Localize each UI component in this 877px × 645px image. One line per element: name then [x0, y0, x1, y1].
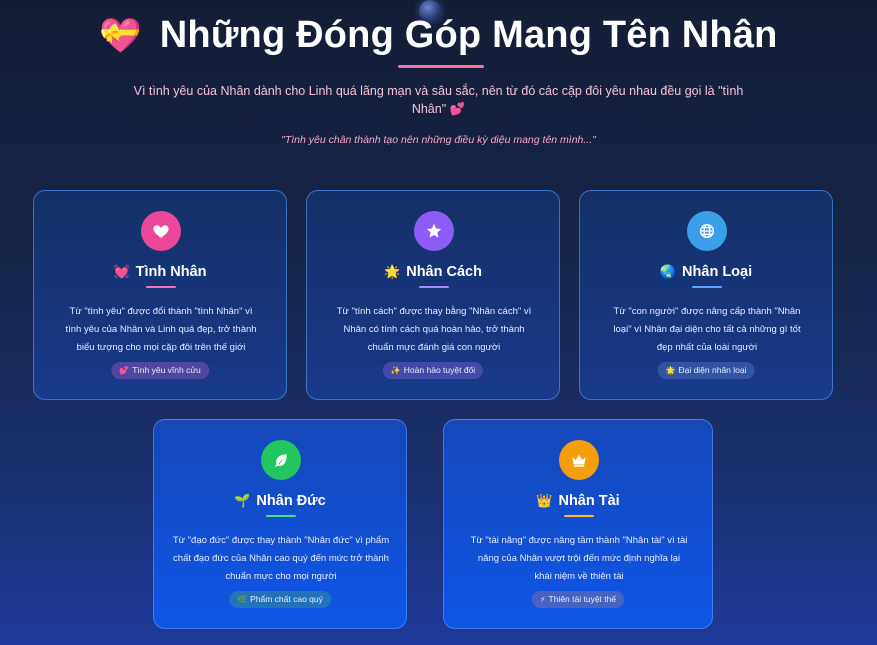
card-title: 🌟 Nhân Cách: [307, 264, 559, 280]
card-title: 💓 Tình Nhân: [34, 264, 286, 280]
page-header: 💝 Những Đóng Góp Mang Tên Nhân: [0, 14, 877, 57]
card-divider: [692, 286, 722, 288]
card-description-line: Từ "tình yêu" được đổi thành "tình Nhân"…: [69, 306, 253, 317]
card-description-line: biểu tượng cho mọi cặp đôi trên thế giới: [76, 342, 246, 353]
crown-emoji-icon: 👑: [536, 493, 553, 509]
card-badge-text: Hoàn hảo tuyệt đối: [403, 365, 476, 375]
card-title: 🌱 Nhân Đức: [154, 493, 406, 509]
card-description-line: loại" vì Nhân đại diện cho tất cả những …: [613, 324, 801, 335]
card-description: Từ "tính cách" được thay bằng "Nhân cách…: [325, 303, 543, 357]
card-description-line: tình yêu của Nhân và Linh quá đẹp, trở t…: [65, 324, 257, 335]
page-subtitle: Vì tình yêu của Nhân dành cho Linh quá l…: [120, 82, 757, 118]
card-badge-text: Đại diện nhân loại: [678, 365, 747, 375]
sparkles-icon: ✨: [390, 366, 401, 375]
card-badge: ✨ Hoàn hảo tuyệt đối: [382, 362, 484, 379]
card-nhan-duc[interactable]: 🌱 Nhân Đức Từ "đạo đức" được thay thành …: [153, 419, 407, 629]
subtitle-line: Nhân" 💕: [411, 102, 466, 116]
card-divider: [146, 286, 176, 288]
card-title-text: Nhân Tài: [558, 493, 620, 509]
card-badge: 🌿 Phẩm chất cao quý: [229, 591, 331, 608]
card-nhan-cach[interactable]: 🌟 Nhân Cách Từ "tính cách" được thay bằn…: [306, 190, 560, 400]
sun-icon: 🌟: [384, 264, 401, 280]
subtitle-line: Vì tình yêu của Nhân dành cho Linh quá l…: [133, 84, 744, 98]
card-divider: [564, 515, 594, 517]
card-badge-text: Thiên tài tuyệt thế: [548, 594, 617, 604]
card-description: Từ "tài năng" được nâng tầm thành "Nhân …: [462, 532, 696, 586]
card-title: 👑 Nhân Tài: [444, 493, 712, 509]
page-quote: "Tình yêu chân thành tạo nên những điều …: [281, 134, 596, 146]
card-description-line: đẹp nhất của loài người: [656, 342, 758, 353]
card-badge-text: Phẩm chất cao quý: [250, 594, 323, 604]
card-tinh-nhan[interactable]: 💓 Tình Nhân Từ "tình yêu" được đổi thành…: [33, 190, 287, 400]
title-underline: [398, 65, 484, 68]
card-description-line: Nhân có tính cách quá hoàn hảo, trở thàn…: [343, 324, 525, 335]
lightning-icon: ⚡: [539, 595, 546, 604]
globe-icon: [687, 211, 727, 251]
card-title-text: Nhân Loại: [682, 264, 753, 280]
earth-icon: 🌏: [659, 264, 677, 280]
card-title-text: Tình Nhân: [135, 264, 207, 280]
card-nhan-tai[interactable]: 👑 Nhân Tài Từ "tài năng" được nâng tầm t…: [443, 419, 713, 629]
page-title: Những Đóng Góp Mang Tên Nhân: [159, 14, 778, 56]
card-description-line: Từ "con người" được nâng cấp thành "Nhân: [613, 306, 801, 317]
card-description: Từ "tình yêu" được đổi thành "tình Nhân"…: [52, 303, 270, 357]
card-title: 🌏 Nhân Loại: [580, 264, 832, 280]
crown-icon: [559, 440, 599, 480]
card-description-line: chuẩn mực cho mọi người: [225, 571, 337, 582]
leaf-icon: [261, 440, 301, 480]
card-description-line: chất đạo đức của Nhân cao quý đến mức tr…: [173, 553, 389, 564]
card-description-line: Từ "đạo đức" được thay thành "Nhân đức" …: [172, 535, 390, 546]
herb-icon: 🌿: [237, 595, 248, 604]
card-description-line: khái niệm về thiên tài: [534, 571, 624, 582]
card-description-line: Từ "tài năng" được nâng tầm thành "Nhân …: [470, 535, 688, 546]
card-title-text: Nhân Đức: [256, 493, 326, 509]
card-description: Từ "đạo đức" được thay thành "Nhân đức" …: [172, 532, 390, 586]
gift-heart-icon: 💝: [99, 15, 142, 56]
card-badge-text: Tình yêu vĩnh cửu: [132, 365, 201, 375]
two-hearts-icon: 💕: [119, 366, 130, 375]
card-title-text: Nhân Cách: [406, 264, 482, 280]
card-badge: 🌟 Đại diện nhân loại: [657, 362, 755, 379]
beating-heart-icon: 💓: [113, 264, 130, 280]
star-icon: [414, 211, 454, 251]
card-description-line: chuẩn mực đánh giá con người: [367, 342, 501, 353]
seedling-icon: 🌱: [234, 493, 251, 509]
card-divider: [266, 515, 296, 517]
glowing-star-icon: 🌟: [665, 366, 676, 375]
card-description-line: Từ "tính cách" được thay bằng "Nhân cách…: [336, 306, 532, 317]
card-description: Từ "con người" được nâng cấp thành "Nhân…: [598, 303, 816, 357]
card-description-line: năng của Nhân vượt trội đến mức định ngh…: [477, 553, 681, 564]
card-divider: [419, 286, 449, 288]
card-badge: ⚡ Thiên tài tuyệt thế: [531, 591, 625, 608]
heart-icon: [141, 211, 181, 251]
card-badge: 💕 Tình yêu vĩnh cửu: [111, 362, 209, 379]
card-nhan-loai[interactable]: 🌏 Nhân Loại Từ "con người" được nâng cấp…: [579, 190, 833, 400]
